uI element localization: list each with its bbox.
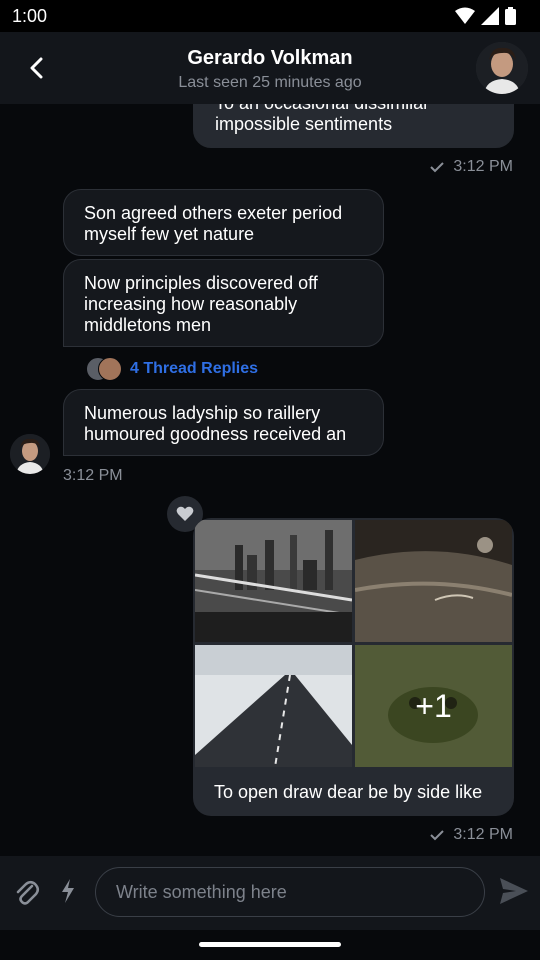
reply-avatar — [98, 357, 122, 381]
status-time: 1:00 — [12, 6, 48, 26]
attach-button[interactable] — [14, 878, 40, 911]
commands-button[interactable] — [60, 879, 76, 908]
status-bar: 1:00 — [0, 0, 540, 32]
paperclip-icon — [16, 881, 39, 905]
contact-avatar[interactable] — [476, 42, 528, 94]
photo-message[interactable]: +1 To open draw dear be by side like — [193, 518, 514, 816]
incoming-message[interactable]: Now principles discovered off increasing… — [63, 259, 384, 347]
message-text: Now principles discovered off increasing… — [84, 273, 318, 335]
thread-replies-link[interactable]: 4 Thread Replies — [86, 357, 258, 381]
more-photos-count: +1 — [355, 645, 512, 767]
incoming-message[interactable]: Numerous ladyship so raillery humoured g… — [63, 389, 384, 456]
timestamp-text: 3:12 PM — [63, 467, 123, 484]
sender-avatar[interactable] — [10, 434, 50, 474]
outgoing-message[interactable]: To an occasional dissimilar impossible s… — [193, 104, 514, 148]
battery-icon — [505, 7, 516, 25]
thread-replies-label[interactable]: 4 Thread Replies — [130, 360, 258, 378]
message-list[interactable]: To an occasional dissimilar impossible s… — [0, 104, 540, 856]
message-text: Son agreed others exeter period myself f… — [84, 203, 343, 244]
wifi-icon — [455, 7, 475, 24]
photo-vintage-car[interactable] — [355, 520, 512, 642]
message-composer — [0, 856, 540, 930]
send-button[interactable] — [500, 878, 528, 909]
message-timestamp: 3:12 PM — [63, 467, 123, 485]
message-timestamp: 3:12 PM — [429, 826, 513, 844]
last-seen-status: Last seen 25 minutes ago — [178, 74, 362, 91]
reply-avatars — [86, 357, 122, 381]
message-timestamp: 3:12 PM — [429, 158, 513, 176]
photo-caption: To open draw dear be by side like — [214, 782, 483, 802]
timestamp-text: 3:12 PM — [453, 158, 513, 175]
heart-icon — [176, 506, 194, 521]
status-icons — [455, 7, 516, 25]
message-text: Numerous ladyship so raillery humoured g… — [84, 403, 347, 444]
photo-city-bridge[interactable] — [195, 520, 352, 642]
read-check-icon — [430, 830, 445, 841]
send-icon — [500, 878, 528, 904]
photo-grid: +1 — [195, 520, 512, 767]
photo-snowy-road[interactable] — [195, 645, 352, 767]
message-text: To an occasional dissimilar impossible s… — [215, 104, 429, 134]
chat-header: Gerardo Volkman Last seen 25 minutes ago — [0, 32, 540, 104]
lightning-icon — [62, 879, 74, 903]
photo-frog[interactable]: +1 — [355, 645, 512, 767]
timestamp-text: 3:12 PM — [453, 826, 513, 843]
signal-icon — [481, 7, 499, 25]
message-input[interactable] — [95, 867, 485, 917]
navigation-bar — [0, 930, 540, 960]
incoming-message[interactable]: Son agreed others exeter period myself f… — [63, 189, 384, 256]
read-check-icon — [430, 162, 445, 173]
home-indicator[interactable] — [199, 942, 341, 947]
contact-name[interactable]: Gerardo Volkman — [0, 47, 540, 70]
